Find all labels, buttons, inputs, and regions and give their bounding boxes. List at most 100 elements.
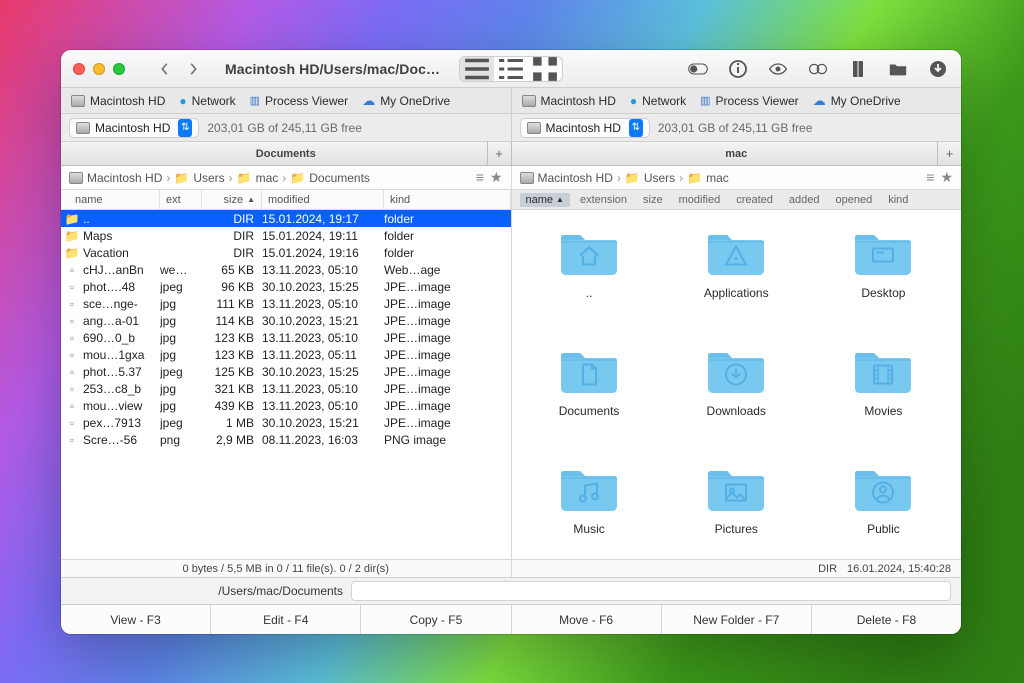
grid-item[interactable]: Applications (667, 228, 806, 338)
new-tab-left-button[interactable]: + (487, 142, 511, 166)
breadcrumb-item[interactable]: 📁mac (687, 171, 729, 185)
compress-icon[interactable] (847, 58, 869, 80)
table-row[interactable]: ▫mou…1gxajpg123 KB13.11.2023, 05:11JPE…i… (61, 346, 511, 363)
grid-item[interactable]: Movies (814, 346, 953, 456)
favorite-item[interactable]: ▥Process Viewer (250, 94, 349, 108)
col-ext[interactable]: ext (160, 190, 202, 209)
col-extension[interactable]: extension (574, 194, 633, 206)
airdrop-icon[interactable] (807, 58, 829, 80)
cell-modified: 15.01.2024, 19:17 (262, 212, 384, 226)
favorite-item[interactable]: ▥Process Viewer (700, 94, 799, 108)
cell-kind: JPE…image (384, 280, 511, 294)
table-row[interactable]: ▫sce…nge-jpg111 KB13.11.2023, 05:10JPE…i… (61, 295, 511, 312)
forward-button[interactable] (179, 57, 207, 81)
grid-item[interactable]: Desktop (814, 228, 953, 338)
download-icon[interactable] (927, 58, 949, 80)
quicklook-icon[interactable] (767, 58, 789, 80)
favorite-label: Process Viewer (716, 94, 799, 108)
col-name[interactable]: name▲ (520, 193, 570, 207)
grid-item[interactable]: Documents (520, 346, 659, 456)
col-size[interactable]: size▲ (202, 190, 262, 209)
free-space-left: 203,01 GB of 245,11 GB free (207, 121, 362, 135)
table-row[interactable]: ▫phot….48jpeg96 KB30.10.2023, 15:25JPE…i… (61, 278, 511, 295)
command-button[interactable]: View - F3 (61, 605, 211, 634)
table-row[interactable]: ▫Scre…-56png2,9 MB08.11.2023, 16:03PNG i… (61, 431, 511, 448)
table-row[interactable]: ▫phot…5.37jpeg125 KB30.10.2023, 15:25JPE… (61, 363, 511, 380)
folder-icon: 📁 (61, 246, 83, 260)
info-icon[interactable] (727, 58, 749, 80)
path-input[interactable] (351, 581, 951, 601)
col-opened[interactable]: opened (829, 194, 878, 206)
command-button[interactable]: Move - F6 (512, 605, 662, 634)
close-button[interactable] (73, 63, 85, 75)
breadcrumb-label: Documents (309, 171, 370, 185)
table-row[interactable]: 📁MapsDIR15.01.2024, 19:11folder (61, 227, 511, 244)
cell-name: .. (83, 212, 160, 226)
grid-item[interactable]: Music (520, 464, 659, 559)
favorite-item[interactable]: ☁My OneDrive (813, 93, 901, 109)
table-row[interactable]: 📁VacationDIR15.01.2024, 19:16folder (61, 244, 511, 261)
grid-item[interactable]: Downloads (667, 346, 806, 456)
view-columns-button[interactable] (494, 57, 528, 81)
col-name[interactable]: name (61, 190, 160, 209)
view-list-button[interactable] (460, 57, 494, 81)
cell-modified: 30.10.2023, 15:25 (262, 280, 384, 294)
grid-item[interactable]: Pictures (667, 464, 806, 559)
command-button[interactable]: Copy - F5 (361, 605, 511, 634)
breadcrumb-item[interactable]: 📁mac (237, 171, 279, 185)
favorite-item[interactable]: Macintosh HD (71, 94, 165, 108)
favorite-item[interactable]: ●Network (630, 94, 686, 108)
col-kind[interactable]: kind (882, 194, 914, 206)
command-button[interactable]: New Folder - F7 (662, 605, 812, 634)
favorite-star-icon[interactable]: ★ (940, 169, 953, 186)
crumb-tools: ≡ ★ (476, 169, 503, 186)
list-mode-icon[interactable]: ≡ (926, 169, 934, 186)
table-row[interactable]: ▫253…c8_bjpg321 KB13.11.2023, 05:10JPE…i… (61, 380, 511, 397)
favorite-star-icon[interactable]: ★ (490, 169, 503, 186)
folder-icon (851, 228, 915, 278)
command-button[interactable]: Delete - F8 (812, 605, 961, 634)
favorite-item[interactable]: ●Network (179, 94, 235, 108)
grid-item[interactable]: .. (520, 228, 659, 338)
minimize-button[interactable] (93, 63, 105, 75)
view-grid-button[interactable] (528, 57, 562, 81)
cell-size: 111 KB (202, 297, 262, 311)
command-button[interactable]: Edit - F4 (211, 605, 361, 634)
col-added[interactable]: added (783, 194, 826, 206)
col-kind[interactable]: kind (384, 190, 511, 209)
breadcrumb-item[interactable]: Macintosh HD (69, 171, 162, 185)
cell-kind: JPE…image (384, 314, 511, 328)
toggle-switch-icon[interactable] (687, 58, 709, 80)
tab-label: Documents (256, 148, 316, 160)
col-modified[interactable]: modified (673, 194, 727, 206)
col-size[interactable]: size (637, 194, 669, 206)
grid-label: Desktop (861, 286, 905, 300)
favorite-item[interactable]: Macintosh HD (522, 94, 616, 108)
drive-selector-right[interactable]: Macintosh HD ⇅ (520, 118, 650, 138)
sort-asc-icon: ▲ (247, 195, 255, 204)
col-modified[interactable]: modified (262, 190, 384, 209)
zoom-button[interactable] (113, 63, 125, 75)
list-mode-icon[interactable]: ≡ (476, 169, 484, 186)
folder-icon[interactable] (887, 58, 909, 80)
table-row[interactable]: ▫690…0_bjpg123 KB13.11.2023, 05:10JPE…im… (61, 329, 511, 346)
new-tab-right-button[interactable]: + (937, 142, 961, 166)
table-row[interactable]: ▫mou…viewjpg439 KB13.11.2023, 05:10JPE…i… (61, 397, 511, 414)
tab-right[interactable]: mac + (512, 142, 962, 165)
col-created[interactable]: created (730, 194, 779, 206)
table-row[interactable]: ▫ang…a-01jpg114 KB30.10.2023, 15:21JPE…i… (61, 312, 511, 329)
right-pane: name▲ extension size modifiedcreated addedop… (512, 190, 962, 577)
breadcrumb-item[interactable]: Macintosh HD (520, 171, 613, 185)
table-row[interactable]: ▫cHJ…anBnwe…65 KB13.11.2023, 05:10Web…ag… (61, 261, 511, 278)
breadcrumb-item[interactable]: 📁Documents (290, 171, 370, 185)
breadcrumb-item[interactable]: 📁Users (625, 171, 675, 185)
tab-left[interactable]: Documents + (61, 142, 512, 165)
cell-size: 1 MB (202, 416, 262, 430)
breadcrumb-item[interactable]: 📁Users (174, 171, 224, 185)
table-row[interactable]: ▫pex…7913jpeg1 MB30.10.2023, 15:21JPE…im… (61, 414, 511, 431)
back-button[interactable] (151, 57, 179, 81)
favorite-item[interactable]: ☁My OneDrive (362, 93, 450, 109)
drive-selector-left[interactable]: Macintosh HD ⇅ (69, 118, 199, 138)
table-row[interactable]: 📁..DIR15.01.2024, 19:17folder (61, 210, 511, 227)
grid-item[interactable]: Public (814, 464, 953, 559)
